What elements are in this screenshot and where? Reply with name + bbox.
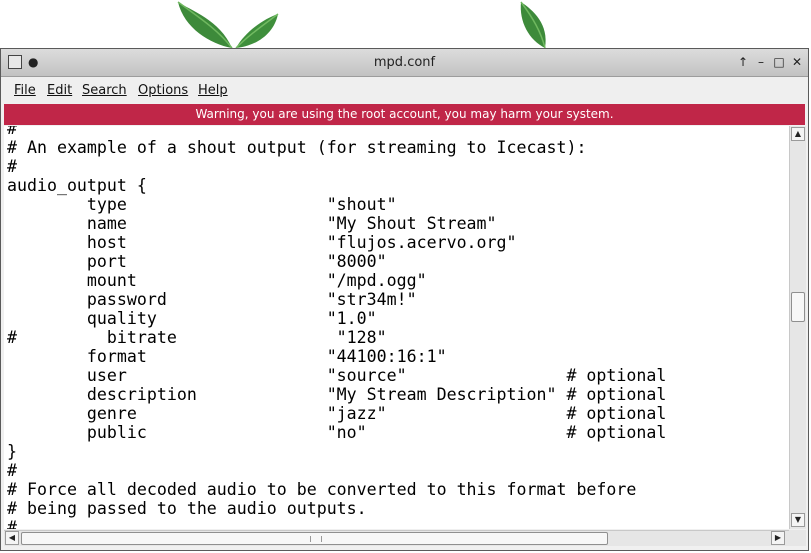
shade-up-icon[interactable]: ↑: [735, 53, 751, 71]
code-line: }: [7, 442, 17, 461]
menu-bar: File Edit Search Options Help: [1, 77, 808, 103]
code-line: audio_output {: [7, 176, 147, 195]
minimize-icon[interactable]: –: [753, 53, 769, 71]
menu-help-label: Help: [198, 83, 228, 98]
menu-edit-label: Edit: [47, 83, 73, 98]
code-line: # bitrate "128": [7, 328, 387, 347]
maximize-icon[interactable]: □: [771, 53, 787, 71]
vertical-scrollbar[interactable]: ▲ ▼: [789, 126, 806, 529]
code-line: port "8000": [7, 252, 387, 271]
title-bar[interactable]: ● mpd.conf ↑ – □ ✕: [1, 49, 808, 77]
wallpaper-leaf-right: [520, 1, 546, 49]
code-line: #: [7, 461, 17, 480]
menu-search-label: Search: [82, 83, 127, 98]
menu-file-label: File: [14, 83, 36, 98]
editor-text: # # An example of a shout output (for st…: [4, 126, 789, 529]
close-icon[interactable]: ✕: [789, 53, 805, 71]
code-line: name "My Shout Stream": [7, 214, 497, 233]
menu-search[interactable]: Search: [82, 83, 127, 98]
code-line: # being passed to the audio outputs.: [7, 499, 367, 518]
code-line: format "44100:16:1": [7, 347, 447, 366]
scrollbar-corner: [789, 530, 806, 546]
code-line: # Force all decoded audio to be converte…: [7, 480, 637, 499]
scroll-up-arrow-icon[interactable]: ▲: [791, 127, 805, 141]
code-line: host "flujos.acervo.org": [7, 233, 517, 252]
menu-options-label: Options: [138, 83, 189, 98]
code-line: type "shout": [7, 195, 397, 214]
code-line: genre "jazz" # optional: [7, 404, 667, 423]
menu-help[interactable]: Help: [198, 83, 228, 98]
menu-file[interactable]: File: [14, 83, 36, 98]
vertical-scroll-thumb[interactable]: [791, 292, 805, 322]
editor-window: ● mpd.conf ↑ – □ ✕ File Edit Search Opti…: [0, 48, 809, 551]
code-line: # An example of a shout output (for stre…: [7, 138, 587, 157]
code-line: #: [7, 157, 17, 176]
wallpaper-leaf-left: [177, 1, 279, 49]
code-line: user "source" # optional: [7, 366, 667, 385]
code-line: #: [7, 518, 17, 529]
scroll-right-arrow-icon[interactable]: ▶: [771, 531, 785, 545]
horizontal-scrollbar[interactable]: ◀ ▶: [4, 530, 789, 546]
menu-options[interactable]: Options: [138, 83, 188, 98]
code-line: description "My Stream Description" # op…: [7, 385, 667, 404]
window-title: mpd.conf: [373, 55, 436, 70]
code-line: password "str34m!": [7, 290, 417, 309]
scroll-left-arrow-icon[interactable]: ◀: [5, 531, 19, 545]
horizontal-scroll-thumb[interactable]: [21, 532, 608, 545]
code-line: #: [7, 126, 17, 138]
code-line: public "no" # optional: [7, 423, 667, 442]
menu-edit[interactable]: Edit: [47, 83, 72, 98]
code-line: mount "/mpd.ogg": [7, 271, 427, 290]
text-editor-area[interactable]: # # An example of a shout output (for st…: [4, 126, 789, 529]
scroll-grip-icon: [309, 536, 322, 542]
code-line: quality "1.0": [7, 309, 377, 328]
scroll-down-arrow-icon[interactable]: ▼: [791, 513, 805, 527]
root-warning-banner: Warning, you are using the root account,…: [4, 104, 805, 125]
